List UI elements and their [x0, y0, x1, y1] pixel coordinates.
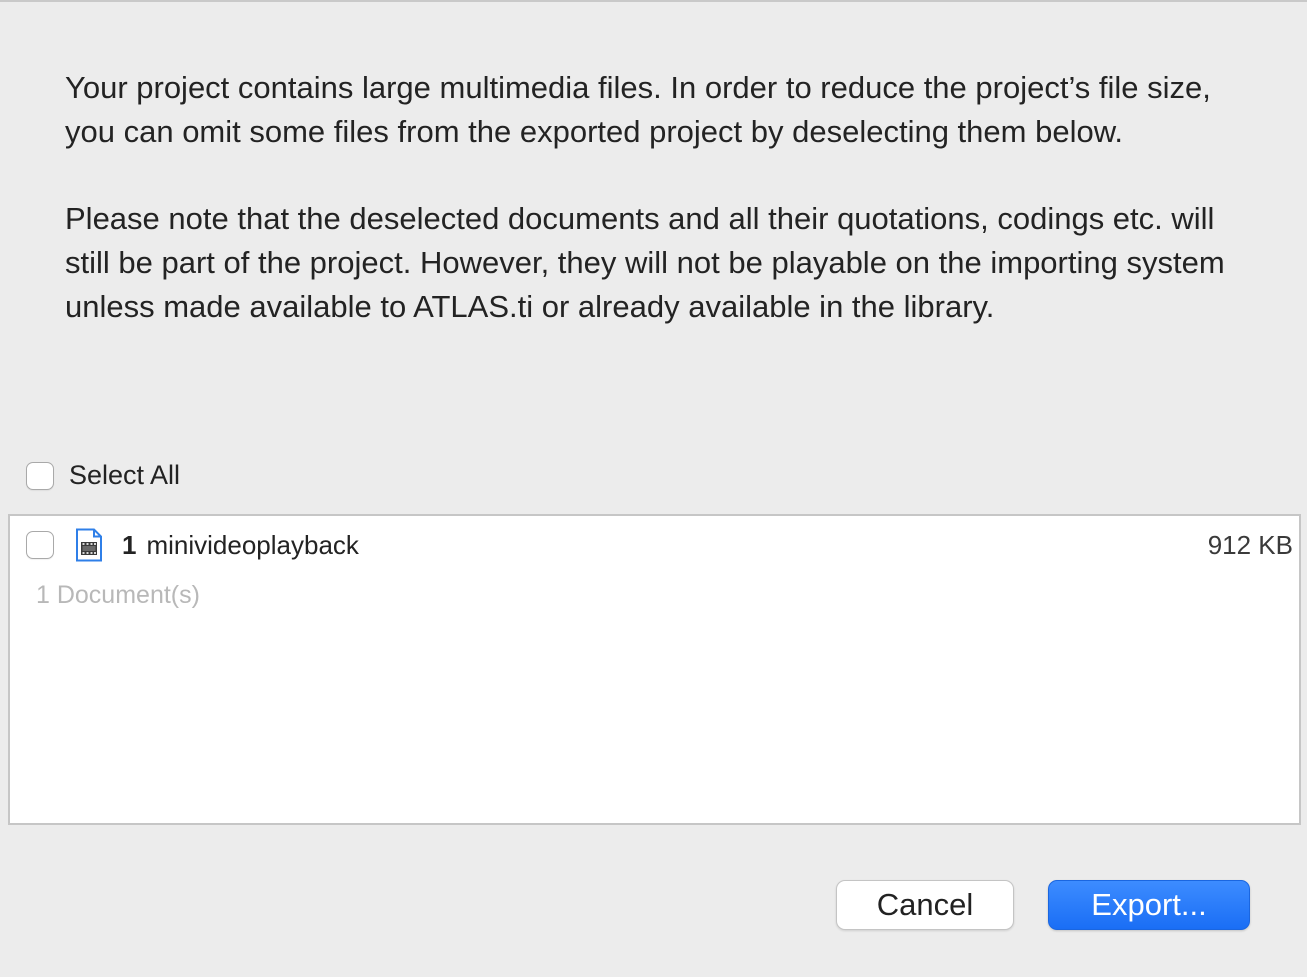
document-number: 1 [122, 529, 137, 560]
document-size: 912 KB [1207, 529, 1293, 560]
dialog-message: Your project contains large multimedia f… [65, 66, 1265, 329]
document-checkbox[interactable] [26, 531, 54, 559]
message-paragraph-1: Your project contains large multimedia f… [65, 70, 1211, 149]
export-button[interactable]: Export... [1048, 880, 1250, 930]
select-all-control[interactable]: Select All [26, 460, 180, 491]
export-dialog: Your project contains large multimedia f… [0, 0, 1307, 977]
document-name: minivideoplayback [146, 529, 359, 560]
document-list[interactable]: 1 minivideoplayback 912 KB 1 Document(s) [8, 514, 1301, 825]
select-all-label[interactable]: Select All [69, 460, 180, 491]
message-paragraph-2: Please note that the deselected document… [65, 201, 1225, 324]
document-count: 1 Document(s) [36, 581, 200, 609]
video-document-icon [74, 528, 104, 562]
cancel-button[interactable]: Cancel [836, 880, 1014, 930]
list-item[interactable]: 1 minivideoplayback 912 KB [26, 528, 1293, 562]
select-all-checkbox[interactable] [26, 461, 54, 490]
